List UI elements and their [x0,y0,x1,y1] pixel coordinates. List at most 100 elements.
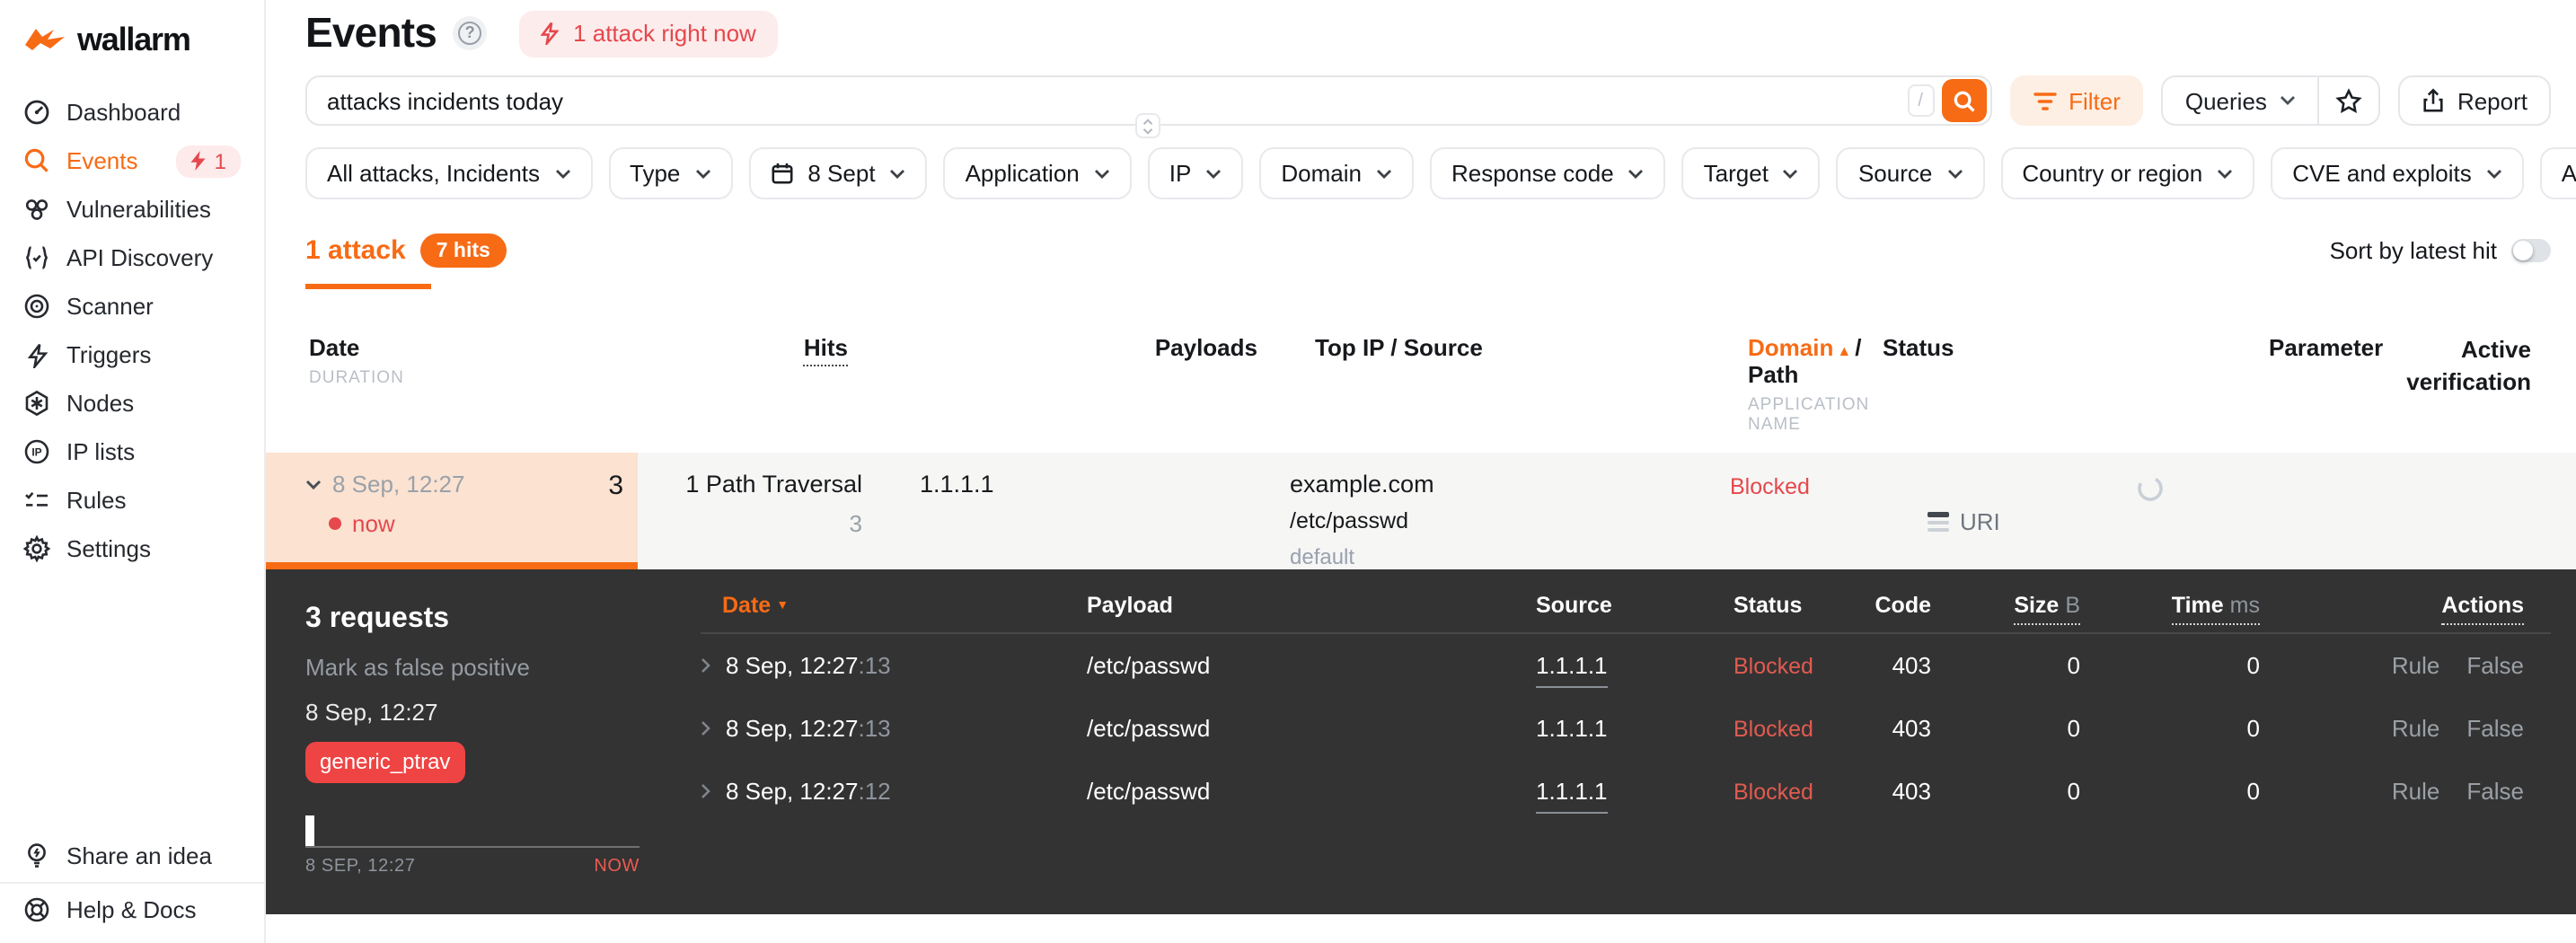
attack-top-ip-cell: 1.1.1.1 [862,453,1257,569]
report-button[interactable]: Report [2397,75,2551,126]
request-row[interactable]: 8 Sep, 12:27:13 /etc/passwd 1.1.1.1 Bloc… [701,634,2551,697]
column-header-status[interactable]: Status [1868,334,2210,435]
attack-path: /etc/passwd [1290,508,1409,533]
column-header-status[interactable]: Status [1734,593,1859,618]
chevron-down-icon [1143,128,1153,134]
filter-chip-response-code[interactable]: Response code [1429,147,1666,199]
filter-chip-domain[interactable]: Domain [1259,147,1414,199]
favorite-query-button[interactable] [2316,75,2380,126]
false-action-link[interactable]: False [2466,652,2524,679]
chevron-right-icon[interactable] [701,657,711,674]
chevron-down-icon [1376,169,1391,178]
rule-action-link[interactable]: Rule [2392,652,2440,679]
sidebar-item-scanner[interactable]: Scanner [0,282,264,330]
chevron-down-icon [2280,96,2295,105]
checklist-icon [23,487,50,514]
filter-chip-application[interactable]: Application [943,147,1132,199]
chevron-down-icon [1947,169,1963,178]
page-title: Events [305,9,437,56]
filter-chip-cve[interactable]: CVE and exploits [2271,147,2524,199]
sidebar-item-nodes[interactable]: Nodes [0,379,264,427]
sidebar-item-label: Vulnerabilities [66,196,211,223]
attack-domain[interactable]: example.com [1290,471,1716,498]
column-header-actions[interactable]: Actions [2260,593,2524,625]
braces-check-icon [23,244,50,271]
star-icon [2335,87,2362,113]
chevron-right-icon[interactable] [701,783,711,799]
bolt-icon [541,22,560,45]
column-header-source[interactable]: Source [1536,593,1734,618]
filter-chip-attacks-incidents[interactable]: All attacks, Incidents [305,147,592,199]
search-button[interactable] [1941,79,1987,122]
column-header-active-verification[interactable]: Active verification [2383,334,2576,435]
timeline-now-label: NOW [594,857,640,877]
sidebar-item-rules[interactable]: Rules [0,476,264,524]
sidebar-item-triggers[interactable]: Triggers [0,330,264,379]
mark-false-positive-link[interactable]: Mark as false positive [305,654,701,681]
column-header-code[interactable]: Code [1859,593,1932,618]
column-header-payloads[interactable]: Payloads [862,334,1257,435]
verification-spinner-icon[interactable] [2136,474,2165,503]
column-header-date[interactable]: Date DURATION [266,334,638,435]
attack-count-tab[interactable]: 1 attack [305,235,406,266]
request-actions: Rule False [2260,715,2524,742]
sidebar-item-settings[interactable]: Settings [0,524,264,573]
wallarm-logo[interactable]: wallarm [0,0,264,77]
column-header-hits[interactable]: Hits [638,334,862,435]
gauge-icon [23,99,50,126]
queries-button[interactable]: Queries [2161,75,2317,126]
false-action-link[interactable]: False [2466,715,2524,742]
filter-chip-api-protocols[interactable]: API protocols [2539,147,2576,199]
chevron-down-icon [695,169,710,178]
chevron-expanded-icon[interactable] [305,479,322,489]
sidebar-item-vulnerabilities[interactable]: Vulnerabilities [0,185,264,234]
column-header-time[interactable]: Time ms [2080,593,2260,625]
filter-chip-country[interactable]: Country or region [2000,147,2255,199]
share-an-idea-link[interactable]: Share an idea [0,828,264,882]
chevron-up-icon [1143,118,1153,124]
filter-button[interactable]: Filter [2009,75,2144,126]
column-subheader-duration: DURATION [309,368,404,388]
attack-right-now-badge[interactable]: 1 attack right now [519,10,778,57]
attack-parameter-cell: URI [1868,453,2000,569]
request-actions: Rule False [2260,778,2524,805]
request-row[interactable]: 8 Sep, 12:27:12 /etc/passwd 1.1.1.1 Bloc… [701,760,2551,823]
help-icon[interactable]: ? [453,16,488,50]
attack-row[interactable]: 8 Sep, 12:27 now 3 1 Path Traversal 3 1.… [266,453,2576,569]
column-header-domain-path[interactable]: Domain ▲ / Path APPLICATION NAME [1716,334,1868,435]
filter-chip-target[interactable]: Target [1681,147,1821,199]
search-collapse-handle[interactable] [1135,113,1161,138]
filter-chip-date[interactable]: 8 Sept [748,147,928,199]
sort-toggle[interactable] [2511,239,2551,262]
active-tab-underline [305,284,431,289]
attack-tag-badge[interactable]: generic_ptrav [305,742,465,783]
sidebar-item-events[interactable]: Events 1 [0,137,264,185]
filter-chip-ip[interactable]: IP [1147,147,1244,199]
chevron-down-icon [1783,169,1798,178]
request-row[interactable]: 8 Sep, 12:27:13 /etc/passwd 1.1.1.1 Bloc… [701,697,2551,760]
filter-chip-source[interactable]: Source [1836,147,1985,199]
rule-action-link[interactable]: Rule [2392,778,2440,805]
request-source[interactable]: 1.1.1.1 [1536,715,1734,742]
sidebar-item-api-discovery[interactable]: API Discovery [0,234,264,282]
column-header-top-ip[interactable]: Top IP / Source [1257,334,1716,435]
attack-date-cell[interactable]: 8 Sep, 12:27 now 3 [266,453,638,569]
request-code: 403 [1892,715,1931,742]
column-header-date[interactable]: Date ▼ [701,593,1087,618]
sidebar-item-dashboard[interactable]: Dashboard [0,88,264,137]
column-header-size[interactable]: Size B [1931,593,2080,625]
request-source[interactable]: 1.1.1.1 [1536,778,1734,814]
column-header-parameter[interactable]: Parameter [2210,334,2383,435]
filter-chip-type[interactable]: Type [608,147,733,199]
false-action-link[interactable]: False [2466,778,2524,805]
attack-top-ip[interactable]: 1.1.1.1 [920,471,994,498]
chevron-right-icon[interactable] [701,720,711,736]
rule-action-link[interactable]: Rule [2392,715,2440,742]
search-input[interactable]: attacks incidents today / [305,75,1992,138]
sidebar-item-ip-lists[interactable]: IP IP lists [0,427,264,476]
column-header-payload[interactable]: Payload [1087,593,1536,618]
attack-payload-type[interactable]: 1 Path Traversal [638,471,862,498]
help-and-docs-link[interactable]: Help & Docs [0,882,264,936]
request-source[interactable]: 1.1.1.1 [1536,652,1734,688]
chevron-down-icon [1206,169,1222,178]
